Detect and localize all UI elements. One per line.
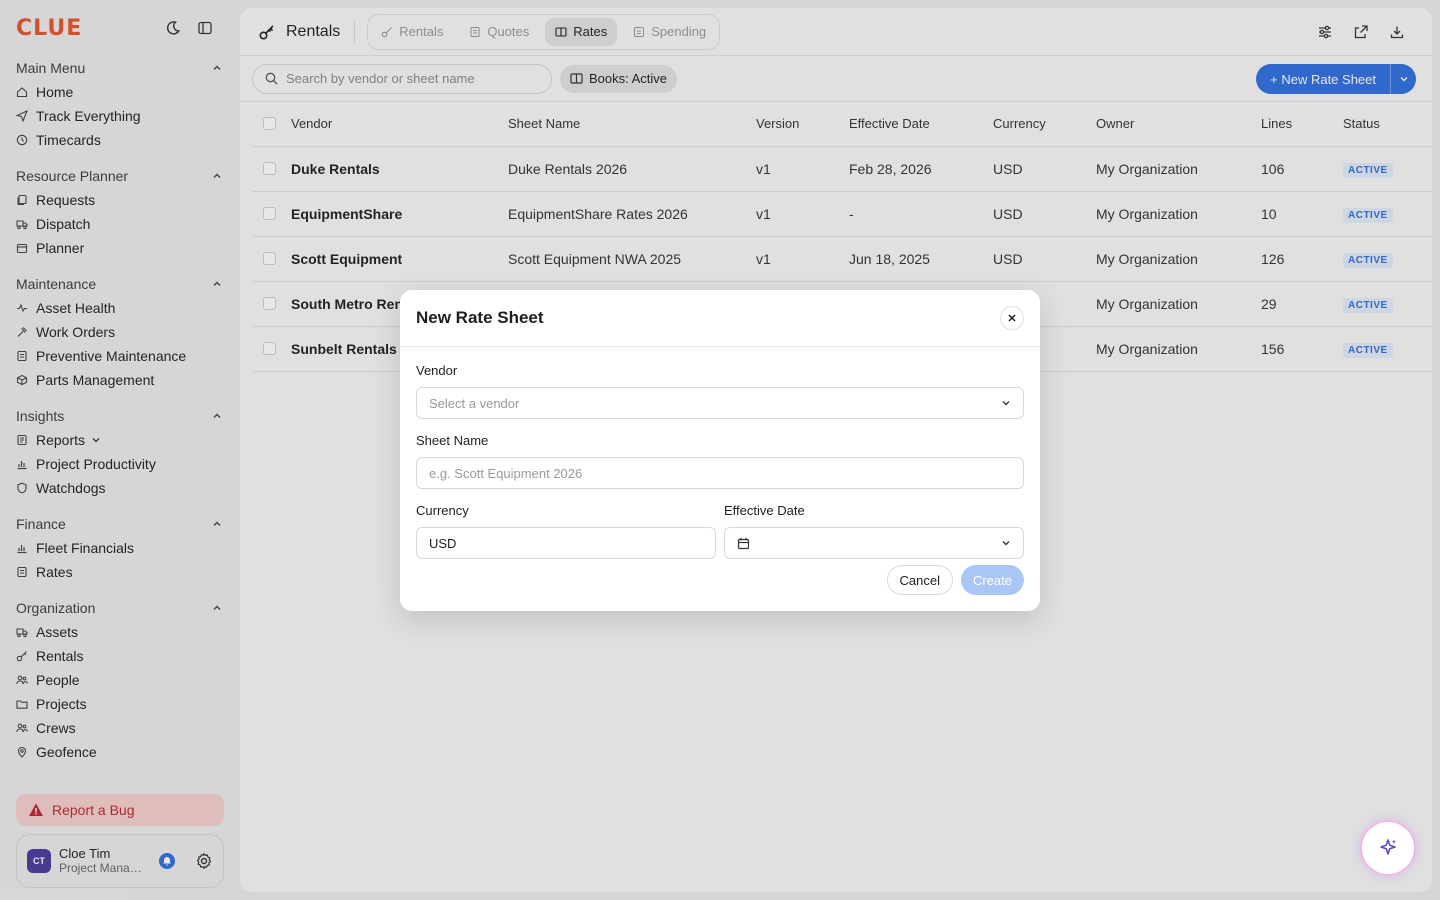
close-dialog-button[interactable] xyxy=(1000,306,1024,330)
new-rate-sheet-dialog: New Rate Sheet Vendor Select a vendor Sh… xyxy=(400,290,1040,611)
close-icon xyxy=(1008,314,1016,322)
chevron-down-icon xyxy=(1002,541,1010,546)
dialog-title: New Rate Sheet xyxy=(416,308,544,327)
ai-assistant-button[interactable] xyxy=(1362,822,1414,874)
sparkle-icon xyxy=(1380,839,1397,855)
sheet-name-label: Sheet Name xyxy=(416,433,489,448)
sheet-name-input[interactable] xyxy=(429,465,1011,481)
vendor-select[interactable]: Select a vendor xyxy=(416,387,1024,419)
currency-label: Currency xyxy=(416,503,469,518)
currency-input[interactable] xyxy=(429,535,703,551)
cancel-button[interactable]: Cancel xyxy=(886,565,953,595)
create-button[interactable]: Create xyxy=(960,565,1024,595)
chevron-down-icon xyxy=(1002,401,1010,406)
effective-date-picker[interactable] xyxy=(724,527,1024,559)
vendor-label: Vendor xyxy=(416,363,458,378)
effective-date-label: Effective Date xyxy=(724,503,805,518)
sheet-name-field[interactable] xyxy=(416,457,1024,489)
currency-field[interactable] xyxy=(416,527,716,559)
calendar-icon xyxy=(737,537,750,549)
vendor-placeholder: Select a vendor xyxy=(429,395,520,411)
